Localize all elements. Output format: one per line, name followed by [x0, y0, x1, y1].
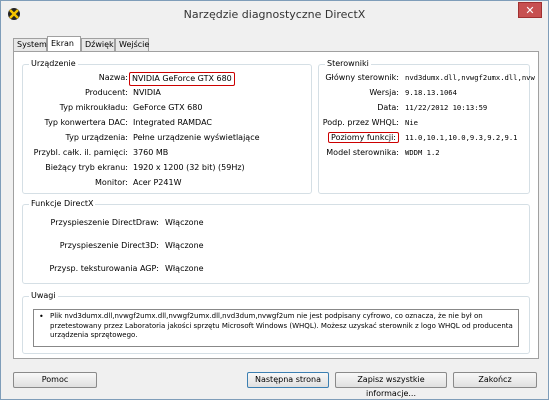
exit-button[interactable]: Zakończ: [453, 372, 537, 388]
row-value: Integrated RAMDAC: [133, 118, 212, 127]
driver-row-date: Data: 11/22/2012 10:13:59: [319, 102, 531, 114]
row-value: 11.0,10.1,10.0,9.3,9.2,9.1: [405, 133, 518, 142]
driver-row-main: Główny sterownik: nvd3dumx.dll,nvwgf2umx…: [319, 72, 534, 84]
window-title: Narzędzie diagnostyczne DirectX: [183, 8, 366, 21]
row-value: 9.18.13.1064: [405, 88, 457, 97]
row-value: 1920 x 1200 (32 bit) (59Hz): [133, 163, 245, 172]
tab-dzwiek[interactable]: Dźwięk: [81, 38, 115, 51]
driver-row-whql: Podp. przez WHQL: Nie: [319, 117, 531, 129]
row-value: Acer P241W: [133, 178, 182, 187]
device-row-memory: Przybl. całk. il. pamięci: 3760 MB: [23, 147, 313, 159]
bullet: •: [39, 312, 44, 321]
row-label: Model sterownika:: [326, 148, 399, 157]
device-row-chip: Typ mikroukładu: GeForce GTX 680: [23, 102, 313, 114]
feature-levels-label: Poziomy funkcji:: [328, 132, 399, 143]
row-label: Bieżący tryb ekranu:: [45, 163, 128, 172]
feature-levels-label-wrap: Poziomy funkcji:: [319, 132, 399, 144]
drivers-group-title: Sterowniki: [325, 59, 371, 68]
feature-row-agp: Przysp. teksturowania AGP: Włączone: [23, 263, 531, 275]
device-row-type: Typ urządzenia: Pełne urządzenie wyświet…: [23, 132, 313, 144]
driver-row-feature-levels: Poziomy funkcji: 11.0,10.1,10.0,9.3,9.2,…: [319, 132, 531, 144]
drivers-group: Sterowniki Główny sterownik: nvd3dumx.dl…: [318, 59, 535, 194]
driver-row-version: Wersja: 9.18.13.1064: [319, 87, 531, 99]
row-label: Typ konwertera DAC:: [44, 118, 129, 127]
row-label: Producent:: [84, 88, 128, 97]
row-label: Data:: [377, 103, 399, 112]
row-value: NVIDIA: [133, 88, 161, 97]
tab-system[interactable]: System: [13, 38, 47, 51]
features-group: Funkcje DirectX Przyspieszenie DirectDra…: [22, 199, 531, 284]
row-label: Główny sterownik:: [325, 73, 399, 82]
features-group-title: Funkcje DirectX: [29, 199, 96, 208]
row-label: Przybl. całk. il. pamięci:: [33, 148, 128, 157]
row-label: Nazwa:: [98, 73, 128, 82]
help-button[interactable]: Pomoc: [13, 372, 97, 388]
row-label: Przysp. teksturowania AGP:: [49, 264, 159, 273]
row-label: Typ urządzenia:: [65, 133, 128, 142]
row-value: 3760 MB: [133, 148, 169, 157]
device-row-dac: Typ konwertera DAC: Integrated RAMDAC: [23, 117, 313, 129]
notes-group: Uwagi • Plik nvd3dumx.dll,nvwgf2umx.dll,…: [22, 291, 530, 354]
device-group-title: Urządzenie: [29, 59, 78, 68]
row-label: Przyspieszenie Direct3D:: [59, 241, 159, 250]
notes-text: Plik nvd3dumx.dll,nvwgf2umx.dll,nvwgf2um…: [50, 312, 513, 339]
tab-wejscie[interactable]: Wejście: [115, 38, 149, 51]
dxdiag-window: Narzędzie diagnostyczne DirectX ✕ System…: [0, 0, 549, 400]
row-label: Podp. przez WHQL:: [322, 118, 399, 127]
device-row-manufacturer: Producent: NVIDIA: [23, 87, 313, 99]
row-value: Włączone: [165, 264, 204, 273]
row-label: Przyspieszenie DirectDraw:: [50, 218, 159, 227]
row-label: Typ mikroukładu:: [59, 103, 128, 112]
row-value: 11/22/2012 10:13:59: [405, 103, 488, 112]
title-bar[interactable]: Narzędzie diagnostyczne DirectX ✕: [1, 1, 548, 27]
driver-row-model: Model sterownika: WDDM 1.2: [319, 147, 531, 159]
close-button[interactable]: ✕: [518, 2, 542, 18]
row-value: Włączone: [165, 218, 204, 227]
notes-textbox[interactable]: • Plik nvd3dumx.dll,nvwgf2umx.dll,nvwgf2…: [33, 309, 519, 347]
gpu-name-value: NVIDIA GeForce GTX 680: [129, 72, 235, 86]
device-row-monitor: Monitor: Acer P241W: [23, 177, 313, 189]
row-value: GeForce GTX 680: [133, 103, 203, 112]
row-value: Nie: [405, 118, 418, 127]
device-row-name: Nazwa: NVIDIA GeForce GTX 680: [23, 72, 313, 86]
device-group: Urządzenie Nazwa: NVIDIA GeForce GTX 680…: [22, 59, 313, 194]
tab-panel: Urządzenie Nazwa: NVIDIA GeForce GTX 680…: [13, 51, 539, 359]
row-value: Włączone: [165, 241, 204, 250]
tab-ekran[interactable]: Ekran: [47, 36, 81, 51]
row-label: Wersja:: [369, 88, 399, 97]
save-all-button[interactable]: Zapisz wszystkie informacje...: [335, 372, 447, 398]
feature-row-direct3d: Przyspieszenie Direct3D: Włączone: [23, 240, 531, 252]
feature-row-directdraw: Przyspieszenie DirectDraw: Włączone: [23, 217, 531, 229]
row-value: WDDM 1.2: [405, 148, 440, 157]
device-row-mode: Bieżący tryb ekranu: 1920 x 1200 (32 bit…: [23, 162, 313, 174]
row-label: Monitor:: [95, 178, 128, 187]
next-page-button[interactable]: Następna strona: [247, 372, 329, 388]
row-value: Pełne urządzenie wyświetlające: [133, 133, 260, 142]
row-value: nvd3dumx.dll,nvwgf2umx.dll,nvw: [405, 73, 535, 82]
notes-group-title: Uwagi: [29, 291, 58, 300]
